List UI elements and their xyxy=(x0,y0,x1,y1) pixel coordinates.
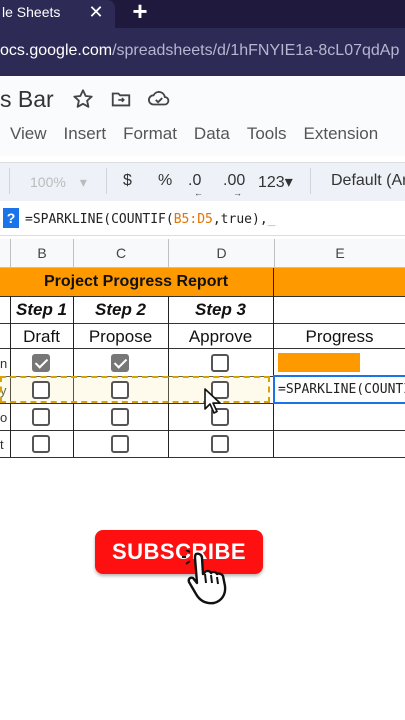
formula-suffix: ,true), xyxy=(212,212,268,227)
progress-header[interactable]: Progress xyxy=(274,323,405,351)
number-format-label: 123 xyxy=(258,174,285,191)
increase-decimal-button[interactable]: .00 → xyxy=(223,172,246,198)
toolbar-divider xyxy=(9,168,10,194)
star-icon[interactable] xyxy=(70,88,96,114)
cloud-saved-icon xyxy=(146,88,172,114)
formula-prefix: =SPARKLINE(COUNTIF( xyxy=(25,212,174,227)
decrease-decimal-label: .0 xyxy=(188,172,202,189)
subscribe-button[interactable]: SUBSCRIBE xyxy=(95,530,263,574)
zoom-value: 100% xyxy=(30,174,66,190)
decrease-decimal-button[interactable]: .0 ← xyxy=(188,172,203,198)
column-header-e[interactable]: E xyxy=(274,239,405,267)
stage-approve-header[interactable]: Approve xyxy=(168,323,273,351)
formula-text[interactable]: =SPARKLINE(COUNTIF(B5:D5,true),_ xyxy=(25,212,275,227)
step-1-header[interactable]: Step 1 xyxy=(10,296,73,324)
new-tab-button[interactable]: + xyxy=(128,0,152,24)
checkbox-approve[interactable] xyxy=(211,354,229,372)
row-label-stub: o xyxy=(0,410,8,425)
formula-range: B5:D5 xyxy=(173,212,213,227)
menu-bar: View Insert Format Data Tools Extension xyxy=(0,124,395,150)
column-border xyxy=(273,268,274,457)
move-to-folder-icon[interactable] xyxy=(108,88,134,114)
step-3-header[interactable]: Step 3 xyxy=(168,296,273,324)
checkbox-draft[interactable] xyxy=(32,381,50,399)
checkbox-draft[interactable] xyxy=(32,435,50,453)
pointing-hand-icon xyxy=(182,550,227,605)
increase-decimal-label: .00 xyxy=(223,172,246,189)
menu-data[interactable]: Data xyxy=(194,124,230,143)
report-title[interactable]: Project Progress Report xyxy=(0,268,272,296)
row-border xyxy=(0,430,405,431)
row-label-stub: t xyxy=(0,437,4,452)
column-header-b[interactable]: B xyxy=(10,239,73,267)
step-2-header[interactable]: Step 2 xyxy=(73,296,168,324)
formula-cursor: _ xyxy=(267,212,276,227)
checkbox-propose[interactable] xyxy=(111,354,129,372)
checkbox-draft[interactable] xyxy=(32,354,50,372)
column-header-d[interactable]: D xyxy=(168,239,274,267)
toolbar-divider xyxy=(310,168,311,194)
checkbox-propose[interactable] xyxy=(111,381,129,399)
toolbar-divider xyxy=(106,168,107,194)
column-header-c[interactable]: C xyxy=(73,239,168,267)
url-path: /spreadsheets/d/1hFNYIE1a-8cL07qdAp xyxy=(112,42,400,59)
row-border xyxy=(0,457,405,458)
checkbox-propose[interactable] xyxy=(111,408,129,426)
stage-draft-header[interactable]: Draft xyxy=(10,323,73,351)
active-cell-editor[interactable]: =SPARKLINE(COUNTIF( xyxy=(273,375,405,404)
menu-format[interactable]: Format xyxy=(123,124,177,143)
url-text[interactable]: ocs.google.com/spreadsheets/d/1hFNYIE1a-… xyxy=(0,40,405,62)
progress-sparkline-bar xyxy=(278,353,360,372)
chevron-down-icon: ▾ xyxy=(284,174,293,191)
formula-help-icon[interactable]: ? xyxy=(3,208,19,228)
checkbox-draft[interactable] xyxy=(32,408,50,426)
mouse-pointer-icon xyxy=(204,388,221,414)
number-format-select[interactable]: 123▾ xyxy=(258,172,293,192)
stage-propose-header[interactable]: Propose xyxy=(73,323,168,351)
menu-tools[interactable]: Tools xyxy=(247,124,287,143)
menu-view[interactable]: View xyxy=(10,124,47,143)
tab-title: le Sheets xyxy=(2,4,61,20)
close-icon[interactable]: ✕ xyxy=(86,1,106,23)
checkbox-propose[interactable] xyxy=(111,435,129,453)
document-title[interactable]: s Bar xyxy=(0,86,54,113)
chevron-down-icon: ▾ xyxy=(79,174,87,190)
zoom-select[interactable]: 100% ▾ xyxy=(30,174,87,191)
menu-insert[interactable]: Insert xyxy=(64,124,107,143)
menu-extensions[interactable]: Extension xyxy=(304,124,379,143)
url-host: ocs.google.com xyxy=(0,42,113,59)
checkbox-approve[interactable] xyxy=(211,435,229,453)
font-select[interactable]: Default (Ar xyxy=(331,172,405,190)
percent-format-button[interactable]: % xyxy=(158,172,172,190)
currency-format-button[interactable]: $ xyxy=(123,172,132,190)
row-label-stub: n xyxy=(0,356,8,371)
